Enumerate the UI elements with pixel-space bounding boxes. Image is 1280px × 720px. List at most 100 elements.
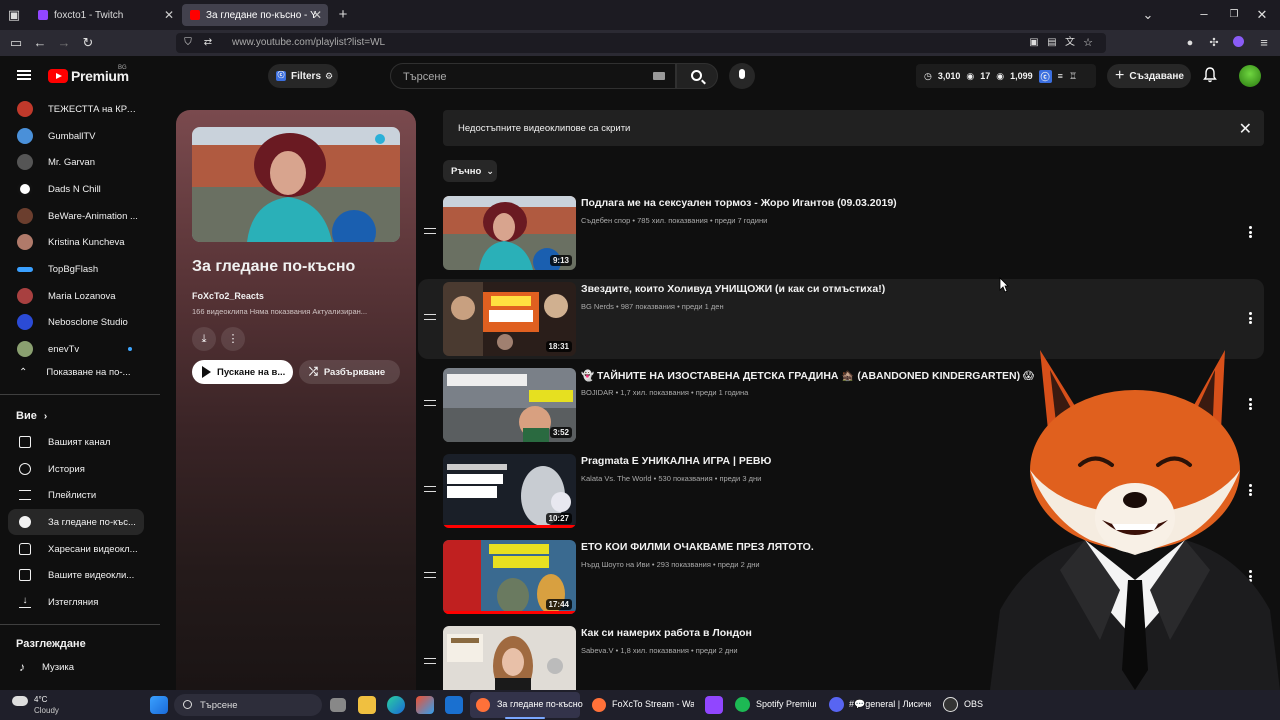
- sidebar-item-music[interactable]: ♪ Музика: [8, 654, 144, 680]
- hamburger-menu-icon[interactable]: [17, 70, 31, 80]
- sidebar-subscription[interactable]: GumballTV: [8, 123, 144, 149]
- browser-tab-youtube[interactable]: За гледане по-късно - YouTub ✕: [182, 4, 328, 26]
- tab-overview-icon[interactable]: ▣: [6, 7, 22, 23]
- video-title[interactable]: Подлага ме на сексуален тормоз - Жоро Иг…: [581, 197, 897, 209]
- sidebar-subscription[interactable]: Mr. Garvan: [8, 149, 144, 175]
- browser-tab-twitch[interactable]: foxcto1 - Twitch ✕: [30, 4, 180, 26]
- windows-start-icon[interactable]: [150, 696, 168, 714]
- sidebar-subscription[interactable]: Dads N Chill: [8, 176, 144, 202]
- forward-icon[interactable]: →: [56, 35, 72, 51]
- extension-icon[interactable]: ●: [1182, 35, 1198, 51]
- notifications-bell-icon[interactable]: [1203, 67, 1217, 83]
- sidebar-subscription[interactable]: BeWare-Animation ...: [8, 203, 144, 229]
- create-button[interactable]: + Създаване: [1107, 64, 1191, 88]
- sidebar-item-playlists[interactable]: Плейлисти: [8, 482, 144, 508]
- sidebar-item-watch-later[interactable]: За гледане по-къс...: [8, 509, 144, 535]
- drag-handle-icon[interactable]: [424, 400, 436, 406]
- video-thumbnail[interactable]: 18:31: [443, 282, 576, 356]
- new-tab-icon[interactable]: +: [335, 7, 351, 23]
- reader-icon[interactable]: ▤: [1044, 35, 1060, 51]
- playlist-thumbnail[interactable]: [192, 127, 400, 242]
- minimize-icon[interactable]: –: [1196, 6, 1212, 22]
- sort-dropdown[interactable]: Ръчно ⌄: [443, 160, 497, 182]
- sidebar-subscription[interactable]: Kristina Kuncheva: [8, 229, 144, 255]
- close-tab-icon[interactable]: ✕: [312, 8, 322, 22]
- sidebar-item-your-channel[interactable]: Вашият канал: [8, 429, 144, 455]
- sidebar-subscription[interactable]: TopBgFlash: [8, 256, 144, 282]
- account-avatar[interactable]: [1239, 65, 1261, 87]
- edge-icon[interactable]: [387, 696, 405, 714]
- search-button[interactable]: [676, 63, 718, 89]
- playlist-video-row[interactable]: 9:13 Подлага ме на сексуален тормоз - Жо…: [418, 193, 1264, 273]
- discord-icon[interactable]: [829, 697, 844, 712]
- keyboard-icon[interactable]: [653, 72, 665, 80]
- address-bar[interactable]: ⛉ ⇄ www.youtube.com/playlist?list=WL ▣ ▤…: [176, 33, 1106, 53]
- list-icon[interactable]: ≡: [1058, 71, 1063, 81]
- shuffle-button[interactable]: ⤮ Разбъркване: [299, 360, 400, 384]
- drag-handle-icon[interactable]: [424, 314, 436, 320]
- show-less-button[interactable]: ⌃ Показване на по-...: [8, 359, 144, 385]
- video-title[interactable]: Pragmata Е УНИКАЛНА ИГРА | РЕВЮ: [581, 455, 771, 467]
- twitch-studio-icon[interactable]: [705, 696, 723, 714]
- playlist-owner[interactable]: FoXcTo2_Reacts: [192, 291, 264, 301]
- drag-handle-icon[interactable]: [424, 658, 436, 664]
- obs-icon[interactable]: [943, 697, 958, 712]
- close-window-icon[interactable]: ✕: [1254, 7, 1270, 23]
- bookmark-star-icon[interactable]: ☆: [1080, 35, 1096, 51]
- taskbar-app-label[interactable]: Spotify Premium: [756, 699, 816, 709]
- sidebar-item-liked[interactable]: Харесани видеокл...: [8, 536, 144, 562]
- sidebar-item-downloads[interactable]: ↓ Изтегляния: [8, 589, 144, 615]
- profile-icon[interactable]: [1230, 35, 1246, 51]
- reload-icon[interactable]: ↻: [80, 35, 96, 51]
- video-title[interactable]: Звездите, които Холивуд УНИЩОЖИ (и как с…: [581, 283, 885, 295]
- video-thumbnail[interactable]: [443, 626, 576, 690]
- you-heading[interactable]: Вие ›: [16, 410, 47, 422]
- tab-list-icon[interactable]: ⌄: [1140, 7, 1156, 23]
- firefox-icon[interactable]: [592, 698, 606, 712]
- sidebar-subscription[interactable]: Nebosclone Studio: [8, 309, 144, 335]
- task-view-icon[interactable]: [330, 698, 346, 712]
- video-title[interactable]: ЕТО КОИ ФИЛМИ ОЧАКВАМЕ ПРЕЗ ЛЯТОТО.: [581, 541, 814, 553]
- sidebar-subscription[interactable]: Maria Lozanova: [8, 283, 144, 309]
- play-all-button[interactable]: Пускане на в...: [192, 360, 293, 384]
- drag-handle-icon[interactable]: [424, 228, 436, 234]
- taskbar-app-label[interactable]: OBS: [964, 699, 983, 709]
- close-tab-icon[interactable]: ✕: [164, 8, 174, 22]
- more-options-button[interactable]: ⋮: [221, 327, 245, 351]
- video-thumbnail[interactable]: 3:52: [443, 368, 576, 442]
- sidebar-item-your-videos[interactable]: Вашите видеокли...: [8, 562, 144, 588]
- outlook-icon[interactable]: [445, 696, 463, 714]
- video-thumbnail[interactable]: 10:27: [443, 454, 576, 528]
- menu-icon[interactable]: ≡: [1256, 35, 1272, 51]
- taskbar-app-label[interactable]: #💬general | Лисичка: [849, 699, 931, 710]
- permissions-icon[interactable]: ⇄: [200, 35, 216, 51]
- taskbar-search[interactable]: Търсене: [174, 694, 322, 716]
- filters-button[interactable]: ⓒ Filters ⚙: [268, 64, 338, 88]
- download-button[interactable]: ⤓: [192, 327, 216, 351]
- drag-handle-icon[interactable]: [424, 572, 436, 578]
- video-thumbnail[interactable]: 9:13: [443, 196, 576, 270]
- spotify-icon[interactable]: [735, 697, 750, 712]
- translate-icon[interactable]: 文: [1062, 35, 1078, 51]
- voice-search-button[interactable]: [729, 63, 755, 89]
- taskbar-app-label[interactable]: FoXcTo Stream - Watcl: [612, 699, 694, 709]
- stats-extension[interactable]: ◷ 3,010 ◉ 17 ◉ 1,099 ⓒ ≡ ♖: [916, 64, 1096, 88]
- youtube-premium-logo[interactable]: Premium BG: [48, 65, 129, 84]
- trophy-icon[interactable]: ♖: [1069, 71, 1077, 82]
- sidebar-subscription[interactable]: ТЕЖЕСТТА на КРА...: [8, 96, 144, 122]
- weather-widget[interactable]: 4°C Cloudy: [10, 692, 70, 718]
- close-icon[interactable]: ✕: [1239, 119, 1252, 139]
- screenshot-icon[interactable]: ▣: [1026, 35, 1042, 51]
- extensions-puzzle-icon[interactable]: ✣: [1206, 35, 1222, 51]
- video-title[interactable]: Как си намерих работа в Лондон: [581, 627, 752, 639]
- extension-badge-icon[interactable]: ⓒ: [1038, 69, 1052, 83]
- search-input[interactable]: Търсене: [390, 63, 676, 89]
- file-explorer-icon[interactable]: [358, 696, 376, 714]
- video-thumbnail[interactable]: 17:44: [443, 540, 576, 614]
- more-vert-icon[interactable]: [1249, 226, 1252, 238]
- sidebar-item-history[interactable]: История: [8, 456, 144, 482]
- store-icon[interactable]: [416, 696, 434, 714]
- back-icon[interactable]: ←: [32, 35, 48, 51]
- more-vert-icon[interactable]: [1249, 312, 1252, 324]
- sidebar-toggle-icon[interactable]: ▭: [8, 35, 24, 51]
